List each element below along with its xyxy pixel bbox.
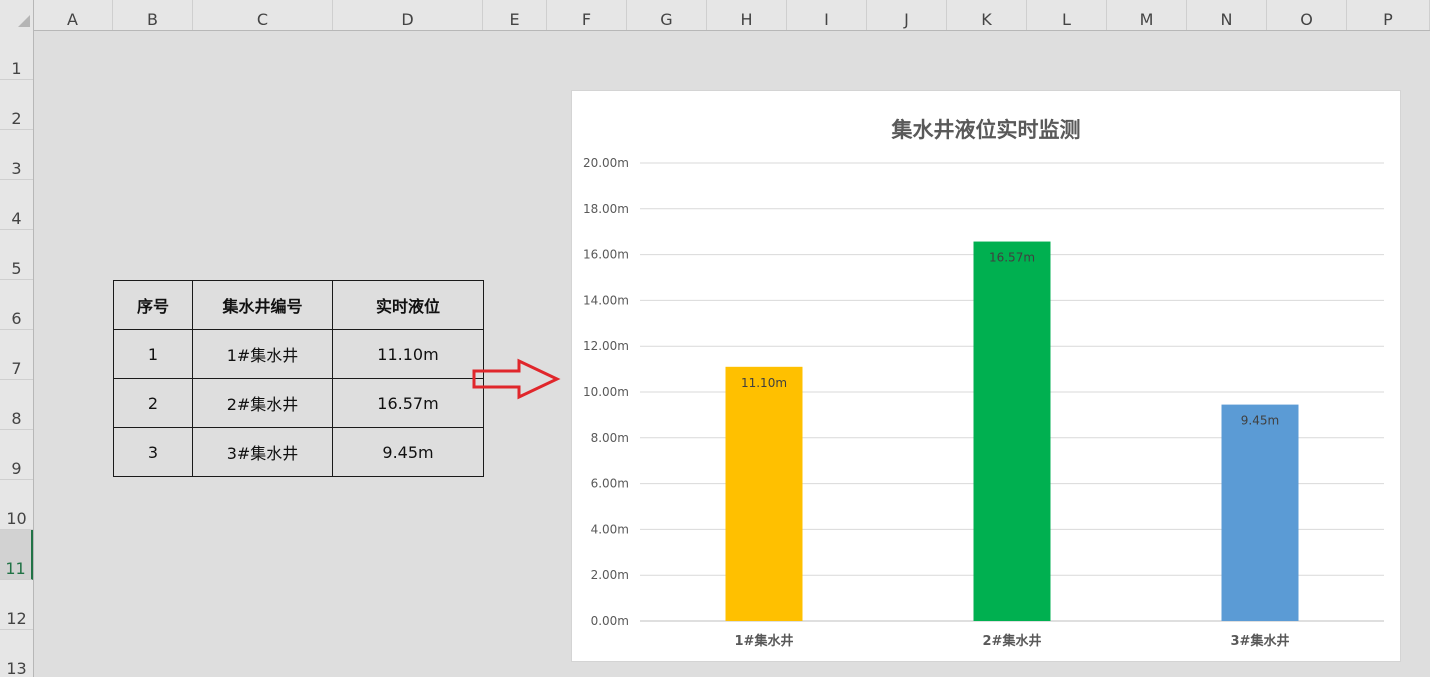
header-cell-well-id[interactable]: 集水井编号 [192,280,333,330]
select-all-corner[interactable] [0,0,34,30]
row-number: 13 [6,659,27,677]
bar [1221,404,1299,621]
cell-level[interactable]: 11.10m [332,329,484,379]
column-header-b[interactable]: B [113,0,193,30]
water-level-table: 序号 集水井编号 实时液位 1 1#集水井 11.10m 2 2#集水井 16.… [113,280,484,477]
row-number: 8 [11,409,22,428]
bar-data-label: 9.45m [1241,414,1279,428]
row-header-8[interactable]: 8 [0,380,33,430]
column-header-i[interactable]: I [787,0,867,30]
header-cell-level[interactable]: 实时液位 [332,280,484,330]
row-number: 3 [11,159,22,178]
row-header-5[interactable]: 5 [0,230,33,280]
x-category-label: 3#集水井 [1231,633,1290,649]
column-header-n[interactable]: N [1187,0,1267,30]
row-number: 2 [11,109,22,128]
y-tick-label: 16.00m [583,248,629,262]
column-header-e[interactable]: E [483,0,547,30]
bar-data-label: 16.57m [989,251,1035,265]
cell-level[interactable]: 16.57m [332,378,484,428]
header-cell-index[interactable]: 序号 [113,280,193,330]
column-header-p[interactable]: P [1347,0,1430,30]
select-all-triangle-icon [18,15,30,27]
column-header-h[interactable]: H [707,0,787,30]
row-header-13[interactable]: 13 [0,630,33,677]
spreadsheet-area: 序号 集水井编号 实时液位 1 1#集水井 11.10m 2 2#集水井 16.… [0,0,1430,677]
row-header-2[interactable]: 2 [0,80,33,130]
column-header-d[interactable]: D [333,0,483,30]
y-tick-label: 4.00m [591,522,629,536]
y-tick-label: 14.00m [583,293,629,307]
y-tick-label: 0.00m [591,614,629,628]
row-header-7[interactable]: 7 [0,330,33,380]
cell-level[interactable]: 9.45m [332,427,484,477]
bar-chart[interactable]: 集水井液位实时监测 0.00m 2.00m 4.00m 6.00m 8.00m 10.00… [571,90,1401,662]
column-header-f[interactable]: F [547,0,627,30]
column-header-c[interactable]: C [193,0,333,30]
column-header-m[interactable]: M [1107,0,1187,30]
cell-index[interactable]: 1 [113,329,193,379]
row-number: 12 [6,609,27,628]
bar-data-label: 11.10m [741,376,787,390]
column-header-a[interactable]: A [33,0,113,30]
cell-well-id[interactable]: 3#集水井 [192,427,333,477]
bar [973,241,1051,621]
column-header-o[interactable]: O [1267,0,1347,30]
chart-plot-area: 0.00m 2.00m 4.00m 6.00m 8.00m 10.00m 12.00m 14.… [583,156,1384,649]
row-header-9[interactable]: 9 [0,430,33,480]
column-header-j[interactable]: J [867,0,947,30]
row-number: 7 [11,359,22,378]
row-header-1[interactable]: 1 [0,30,33,80]
cell-well-id[interactable]: 1#集水井 [192,329,333,379]
row-number: 9 [11,459,22,478]
row-number: 5 [11,259,22,278]
table-row: 1 1#集水井 11.10m [113,329,484,379]
row-header-6[interactable]: 6 [0,280,33,330]
row-number: 1 [11,59,22,78]
row-header-4[interactable]: 4 [0,180,33,230]
y-tick-label: 6.00m [591,477,629,491]
row-header-3[interactable]: 3 [0,130,33,180]
column-header-k[interactable]: K [947,0,1027,30]
x-category-label: 1#集水井 [735,633,794,649]
cell-well-id[interactable]: 2#集水井 [192,378,333,428]
bar [725,366,803,621]
y-tick-label: 8.00m [591,431,629,445]
y-tick-label: 12.00m [583,339,629,353]
y-tick-label: 18.00m [583,202,629,216]
row-number: 11 [5,559,26,578]
right-arrow-icon[interactable] [471,358,563,400]
table-row: 3 3#集水井 9.45m [113,427,484,477]
table-row: 2 2#集水井 16.57m [113,378,484,428]
row-header-11[interactable]: 11 [0,530,33,580]
cell-index[interactable]: 2 [113,378,193,428]
y-tick-label: 2.00m [591,568,629,582]
row-header-12[interactable]: 12 [0,580,33,630]
column-header-l[interactable]: L [1027,0,1107,30]
y-tick-label: 20.00m [583,156,629,170]
cell-index[interactable]: 3 [113,427,193,477]
row-number: 4 [11,209,22,228]
x-category-label: 2#集水井 [983,633,1042,649]
row-number: 6 [11,309,22,328]
row-number: 10 [6,509,27,528]
y-tick-label: 10.00m [583,385,629,399]
row-header-10[interactable]: 10 [0,480,33,530]
table-header-row: 序号 集水井编号 实时液位 [113,280,484,330]
column-header-g[interactable]: G [627,0,707,30]
